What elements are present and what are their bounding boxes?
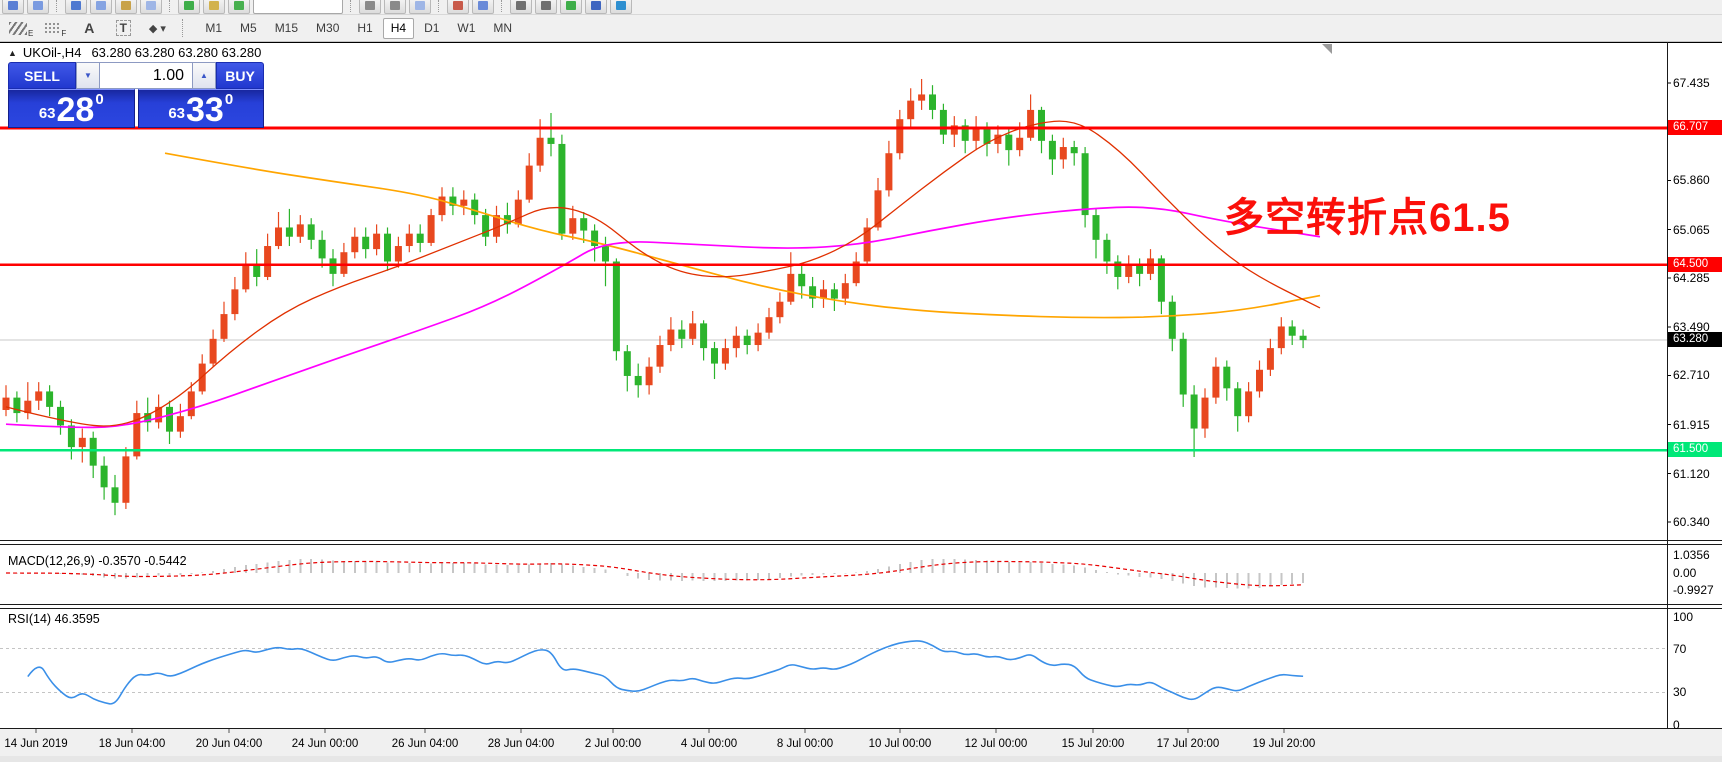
panel-divider (0, 728, 1722, 729)
panel-divider (0, 544, 1722, 545)
sell-price-main: 28 (56, 91, 95, 129)
rsi-label: RSI(14) 46.3595 (8, 612, 100, 626)
chart-symbol-label: UKOil-,H4 (22, 45, 82, 60)
buy-button[interactable]: BUY (216, 62, 264, 89)
price-axis-label: 67.435 (1673, 76, 1710, 90)
price-axis-label: 61.915 (1673, 417, 1710, 432)
chart-title: ▲ UKOil-,H4 63.280 63.280 63.280 63.280 (8, 45, 261, 60)
chart-shift-marker[interactable] (1322, 44, 1332, 54)
price-axis-label: 60.340 (1673, 514, 1710, 529)
one-click-trading-panel: SELL ▼ 1.00 ▲ BUY 63 28 0 63 33 0 (8, 62, 264, 134)
time-label: 2 Jul 00:00 (584, 738, 642, 750)
volume-decrease-button[interactable]: ▼ (76, 62, 100, 89)
time-label: 20 Jun 04:00 (195, 738, 263, 750)
volume-increase-button[interactable]: ▲ (192, 62, 216, 89)
macd-label: MACD(12,26,9) -0.3570 -0.5442 (8, 554, 187, 568)
collapse-panel-arrow[interactable]: ▲ (8, 48, 17, 58)
buy-price-main: 33 (186, 91, 224, 129)
buy-price-prefix: 63 (168, 105, 185, 122)
macd-axis-label: -0.9927 (1673, 583, 1714, 598)
time-label: 24 Jun 00:00 (291, 738, 359, 750)
price-axis-label: 61.120 (1673, 466, 1710, 481)
sell-price-prefix: 63 (38, 105, 56, 122)
time-label: 28 Jun 04:00 (487, 738, 555, 750)
macd-axis-label: 1.0356 (1673, 548, 1710, 562)
time-label: 15 Jul 20:00 (1061, 738, 1125, 750)
time-label: 4 Jul 00:00 (680, 738, 738, 750)
macd-axis-label: 0.00 (1673, 566, 1697, 580)
panel-divider (0, 608, 1722, 609)
time-label: 12 Jul 00:00 (964, 738, 1028, 750)
buy-price-display[interactable]: 63 33 0 (137, 89, 264, 129)
price-axis-label: 65.065 (1673, 222, 1710, 237)
price-axis-label: 64.285 (1673, 270, 1710, 285)
sell-price-pip: 0 (95, 91, 104, 108)
time-label: 17 Jul 20:00 (1156, 738, 1220, 750)
price-badge: 66.707 (1668, 120, 1722, 136)
price-axis-label: 65.860 (1673, 173, 1710, 188)
time-label: 19 Jul 20:00 (1252, 738, 1316, 750)
price-badge: 64.500 (1668, 256, 1722, 272)
time-label: 18 Jun 04:00 (98, 738, 166, 750)
panel-divider (0, 540, 1722, 541)
rsi-axis-label: 30 (1673, 685, 1687, 700)
price-axis-border (1667, 42, 1668, 729)
price-axis-label: 62.710 (1673, 368, 1710, 383)
time-label: 14 Jun 2019 (4, 738, 68, 750)
price-badge: 63.280 (1668, 332, 1722, 348)
volume-input[interactable]: 1.00 (100, 62, 192, 89)
time-label: 10 Jul 00:00 (868, 738, 932, 750)
time-label: 8 Jul 00:00 (776, 738, 834, 750)
chart-ohlc-values: 63.280 63.280 63.280 63.280 (91, 45, 262, 60)
buy-price-pip: 0 (224, 91, 234, 108)
rsi-axis-label: 0 (1673, 718, 1680, 732)
sell-button[interactable]: SELL (8, 62, 76, 89)
sell-price-display[interactable]: 63 28 0 (8, 89, 135, 128)
rsi-axis-label: 100 (1673, 610, 1694, 624)
price-badge: 61.500 (1668, 442, 1722, 458)
panel-divider (0, 604, 1722, 605)
rsi-axis-label: 70 (1673, 641, 1687, 656)
time-label: 26 Jun 04:00 (391, 738, 459, 750)
chart-annotation-text: 多空转折点61.5 (1224, 196, 1511, 240)
